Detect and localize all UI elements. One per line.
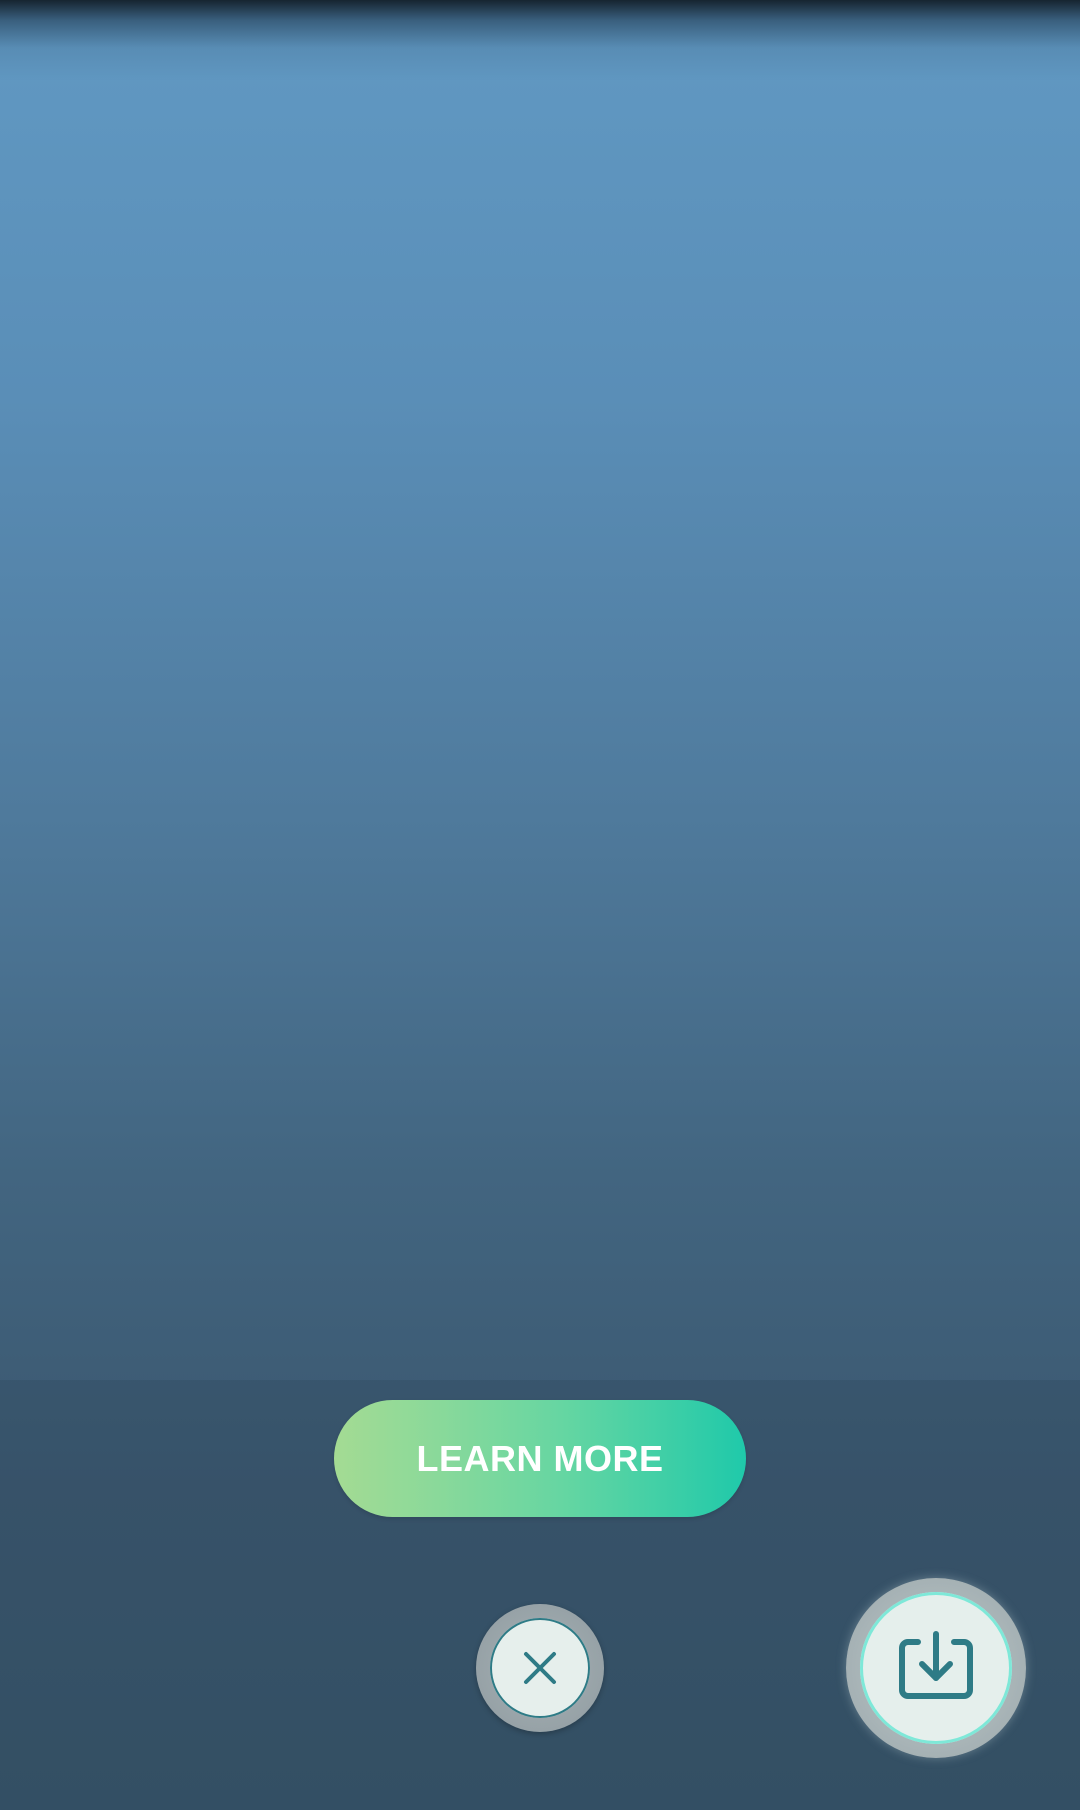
- download-icon: [896, 1628, 976, 1708]
- close-icon: [520, 1648, 560, 1688]
- ad-screen: LEARN MORE: [0, 0, 1080, 1810]
- learn-more-button[interactable]: LEARN MORE: [334, 1400, 746, 1517]
- status-bar-shade: [0, 0, 1080, 80]
- learn-more-label: LEARN MORE: [416, 1437, 664, 1479]
- save-button-face: [860, 1592, 1012, 1744]
- close-button[interactable]: [476, 1604, 604, 1732]
- close-button-face: [490, 1618, 590, 1718]
- save-button[interactable]: [846, 1578, 1026, 1758]
